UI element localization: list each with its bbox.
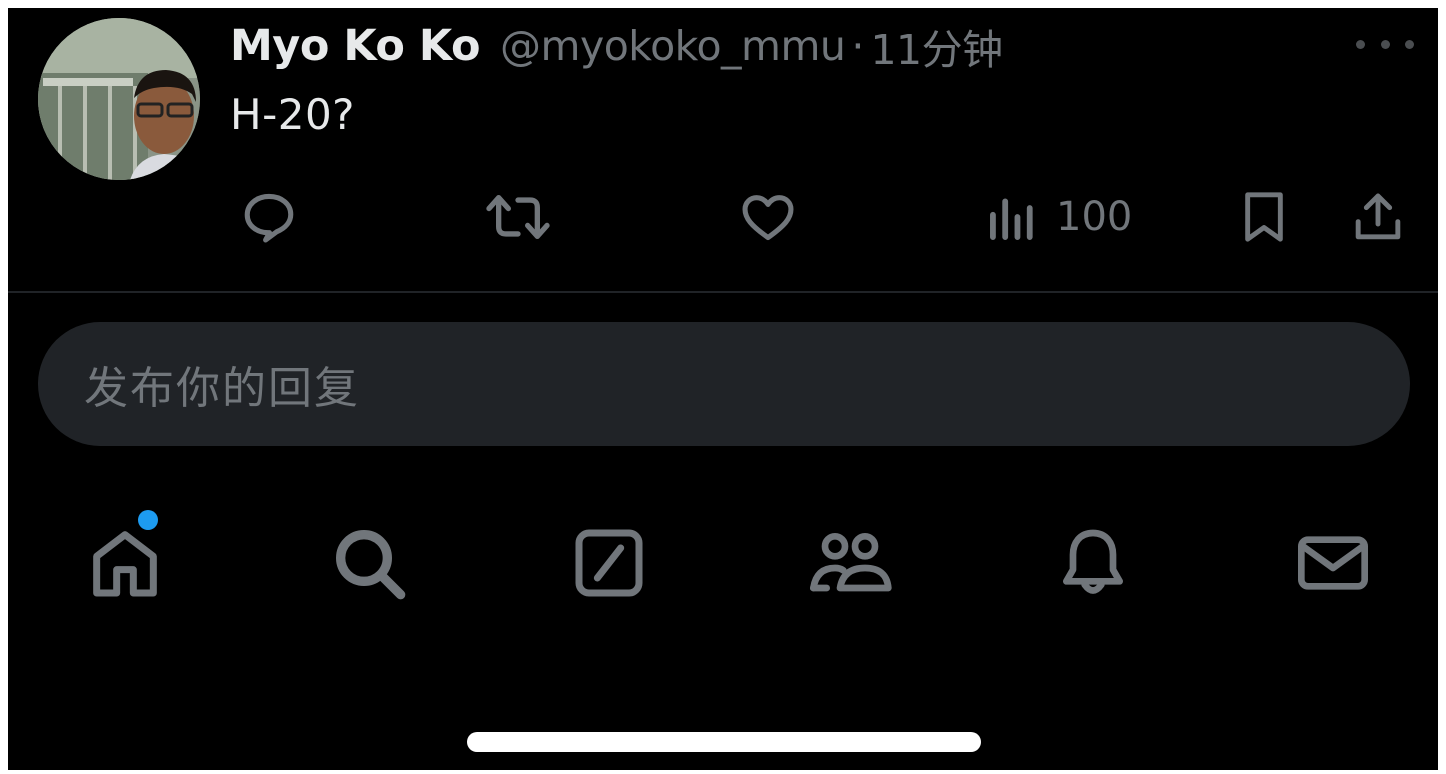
grok-icon xyxy=(575,529,643,597)
communities-icon xyxy=(809,533,892,592)
share-icon xyxy=(1355,193,1401,240)
mail-icon xyxy=(1298,536,1368,590)
more-options-icon[interactable] xyxy=(1356,26,1414,62)
tweet-actions: 100 xyxy=(230,182,1405,252)
bottom-nav xyxy=(8,508,1438,618)
views-button[interactable]: 100 xyxy=(988,182,1132,252)
nav-messages[interactable] xyxy=(1278,508,1388,618)
views-count: 100 xyxy=(1056,194,1133,240)
nav-notifications[interactable] xyxy=(1038,508,1148,618)
tweet-text: H-20? xyxy=(230,90,355,139)
retweet-icon xyxy=(486,195,550,239)
search-icon xyxy=(336,530,406,600)
tweet-timestamp[interactable]: 11分钟 xyxy=(870,16,1003,76)
separator-dot: · xyxy=(851,22,865,70)
notification-badge xyxy=(138,510,158,530)
bookmark-button[interactable] xyxy=(1236,182,1292,252)
reply-placeholder: 发布你的回复 xyxy=(84,363,360,414)
home-indicator[interactable] xyxy=(467,732,981,752)
retweet-button[interactable] xyxy=(484,182,552,252)
share-button[interactable] xyxy=(1350,182,1406,252)
bell-icon xyxy=(1063,529,1123,594)
nav-search[interactable] xyxy=(314,508,424,618)
user-handle[interactable]: @myokoko_mmu xyxy=(500,22,846,70)
like-button[interactable] xyxy=(738,182,798,252)
profile-photo xyxy=(38,18,200,180)
like-heart-icon xyxy=(742,195,794,241)
tweet-header: Myo Ko Ko @myokoko_mmu · 11分钟 xyxy=(230,14,1003,78)
bookmark-icon xyxy=(1245,192,1283,242)
views-chart-icon xyxy=(990,198,1033,240)
nav-home[interactable] xyxy=(70,508,180,618)
more-dot xyxy=(1356,39,1365,49)
nav-communities[interactable] xyxy=(795,508,905,618)
reply-icon xyxy=(244,193,294,243)
reply-button[interactable] xyxy=(240,182,298,252)
tweet-detail-screen: Myo Ko Ko @myokoko_mmu · 11分钟 H-20? 100 … xyxy=(8,8,1438,770)
nav-grok[interactable] xyxy=(554,508,664,618)
divider xyxy=(8,291,1438,293)
home-icon xyxy=(93,531,157,597)
display-name[interactable]: Myo Ko Ko xyxy=(230,21,481,71)
avatar[interactable] xyxy=(38,18,200,180)
more-dot xyxy=(1405,39,1414,49)
more-dot xyxy=(1380,39,1390,49)
reply-input[interactable]: 发布你的回复 xyxy=(38,322,1410,446)
